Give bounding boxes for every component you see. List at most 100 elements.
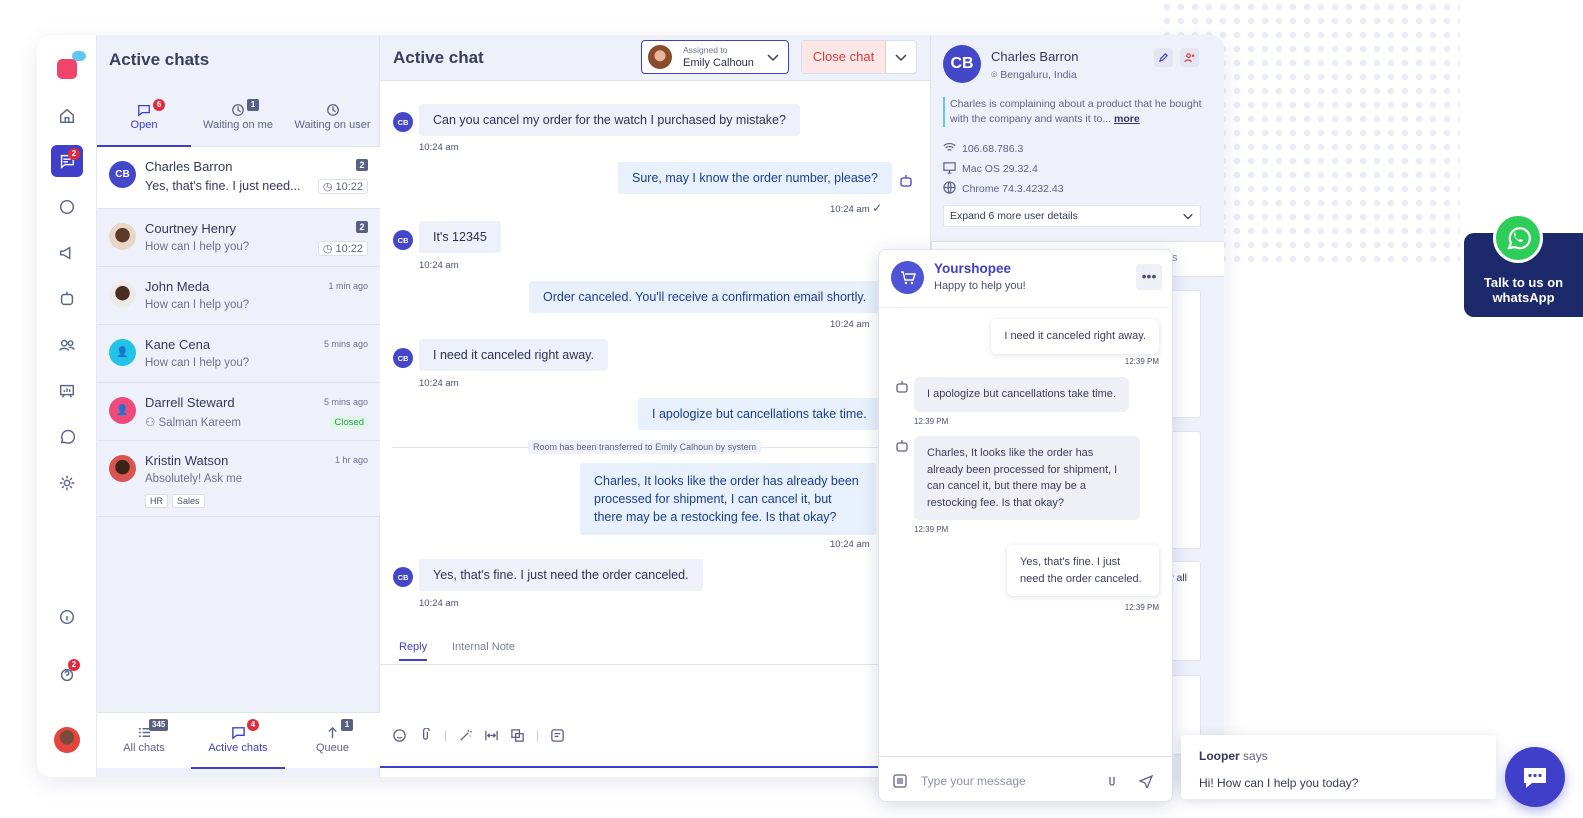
whatsapp-cta[interactable]: Talk to us on whatsApp (1464, 213, 1583, 317)
tab-active-chats-label: Active chats (208, 742, 268, 754)
chat-bubble-icon (1524, 768, 1546, 788)
close-chat-group: Close chat (801, 40, 917, 74)
list-item[interactable]: Courtney Henry How can I help you? 2 ◷ 1… (97, 209, 380, 267)
assignee-label: Assigned to (683, 45, 728, 55)
edit-icon[interactable] (1154, 48, 1173, 67)
widget-user-message: I need it canceled right away. (991, 319, 1159, 354)
user-avatar[interactable] (54, 727, 80, 753)
send-icon[interactable] (1139, 774, 1153, 788)
reports-icon[interactable] (51, 375, 83, 407)
nav-rail: 2 2 (37, 35, 97, 777)
megaphone-icon[interactable] (51, 237, 83, 269)
contact-name: Charles Barron (145, 159, 233, 174)
user-avatar-small: CB (393, 567, 413, 587)
tab-all-chats-label: All chats (123, 742, 165, 754)
widget-message-time: 12:39 PM (914, 525, 949, 534)
read-check-icon: ✓ (872, 201, 883, 215)
tab-waiting-on-me[interactable]: 1 Waiting on me (191, 99, 285, 147)
looper-name: Looper (1199, 749, 1240, 763)
more-link[interactable]: more (1114, 113, 1140, 125)
chevron-down-icon (1183, 213, 1193, 220)
composer-underline (380, 766, 930, 768)
message-time: 5 mins ago (323, 397, 368, 407)
message-time: 10:24 am (419, 598, 459, 609)
tab-open-badge: 6 (153, 99, 165, 111)
menu-icon[interactable] (893, 774, 907, 788)
assigned-agent-name: Salman Kareem (158, 417, 241, 429)
list-item[interactable]: 👤 Kane Cena How can I help you? 5 mins a… (97, 325, 380, 383)
message-time: 10:24 am (830, 319, 870, 330)
attachment-icon[interactable] (418, 728, 433, 743)
user-avatar-large: CB (943, 45, 981, 83)
unread-count: 2 (356, 159, 368, 171)
chat-list-panel: Active chats 6 Open 1 Waiting on me Wait… (97, 35, 380, 777)
list-item[interactable]: CB Charles Barron Yes, that's fine. I ju… (97, 147, 380, 209)
bottom-tabs: 345 All chats 4 Active chats 1 Queue (97, 712, 380, 769)
globe-icon (943, 181, 956, 194)
attachment-icon[interactable] (1105, 774, 1119, 788)
translate-icon[interactable] (510, 728, 525, 743)
support-icon[interactable]: 2 (51, 659, 83, 691)
bot-icon[interactable] (51, 283, 83, 315)
tab-internal-note[interactable]: Internal Note (452, 641, 515, 653)
contact-name: Kristin Watson (145, 453, 229, 468)
message-bubble: Sure, may I know the order number, pleas… (618, 162, 892, 194)
wait-time-value: 10:22 (335, 243, 363, 255)
user-description: Charles is complaining about a product t… (943, 97, 1203, 127)
emoji-icon[interactable] (392, 728, 407, 743)
message-input[interactable]: Type your message (921, 774, 1026, 788)
looper-greeting[interactable]: Looper says Hi! How can I help you today… (1181, 735, 1496, 799)
chats-icon[interactable]: 2 (51, 145, 83, 177)
expand-details-label: Expand 6 more user details (950, 210, 1078, 222)
tab-open[interactable]: 6 Open (97, 99, 191, 147)
chat-launcher-button[interactable] (1505, 747, 1565, 807)
message-bubble: Can you cancel my order for the watch I … (419, 104, 800, 136)
message-bubble: I apologize but cancellations take time. (638, 398, 881, 430)
close-chat-button[interactable]: Close chat (802, 41, 886, 73)
contact-avatar (109, 223, 136, 250)
contacts-icon[interactable] (51, 329, 83, 361)
wait-time-value: 10:22 (335, 181, 363, 193)
shopping-cart-icon (891, 261, 924, 294)
tab-waiting-on-me-label: Waiting on me (203, 119, 273, 131)
tab-reply[interactable]: Reply (399, 641, 428, 661)
tag-sales[interactable]: Sales (172, 494, 205, 508)
assigned-agent: ⚇ Salman Kareem (145, 417, 241, 429)
tab-waiting-on-user[interactable]: Waiting on user (285, 99, 380, 147)
expand-details-button[interactable]: Expand 6 more user details (943, 205, 1201, 227)
expand-width-icon[interactable] (484, 728, 499, 743)
user-location: ⌾ Bengaluru, India (991, 69, 1077, 81)
list-item[interactable]: 👤 Darrell Steward ⚇ Salman Kareem 5 mins… (97, 383, 380, 441)
active-chats-badge: 4 (247, 719, 259, 731)
contact-avatar (109, 281, 136, 308)
settings-gear-icon[interactable] (51, 467, 83, 499)
canned-response-icon[interactable] (550, 728, 565, 743)
user-name: Charles Barron (991, 49, 1079, 64)
list-item[interactable]: John Meda How can I help you? 1 min ago (97, 267, 380, 325)
tag-hr[interactable]: HR (145, 494, 168, 508)
message-time: 5 mins ago (323, 339, 368, 349)
whatsapp-cta-label: Talk to us on whatsApp (1483, 275, 1564, 305)
tab-queue[interactable]: 1 Queue (285, 713, 380, 769)
whatsapp-icon[interactable] (51, 421, 83, 453)
conversation-icon[interactable] (51, 191, 83, 223)
looper-says: says (1243, 749, 1268, 763)
chevron-down-icon[interactable] (894, 50, 908, 64)
home-icon[interactable] (51, 100, 83, 132)
widget-user-message: Yes, that's fine. I just need the order … (1007, 545, 1159, 596)
user-location-text: Bengaluru, India (1000, 69, 1077, 81)
info-icon[interactable] (51, 601, 83, 633)
tab-active-chats[interactable]: 4 Active chats (191, 713, 285, 769)
last-message: How can I help you? (145, 299, 250, 311)
wait-time: ◷ 10:22 (317, 179, 368, 194)
message-bubble: I need it canceled right away. (419, 339, 608, 371)
widget-message-time: 12:39 PM (1124, 603, 1159, 612)
magic-wand-icon[interactable] (458, 728, 473, 743)
tab-all-chats[interactable]: 345 All chats (97, 713, 191, 769)
assignee-dropdown[interactable]: Assigned to Emily Calhoun (641, 40, 789, 74)
block-user-icon[interactable] (1180, 48, 1199, 67)
last-message: Absolutely! Ask me (145, 473, 243, 485)
tab-open-label: Open (130, 119, 158, 131)
more-options-icon[interactable]: ••• (1136, 264, 1162, 290)
list-item[interactable]: Kristin Watson Absolutely! Ask me 1 hr a… (97, 441, 380, 517)
